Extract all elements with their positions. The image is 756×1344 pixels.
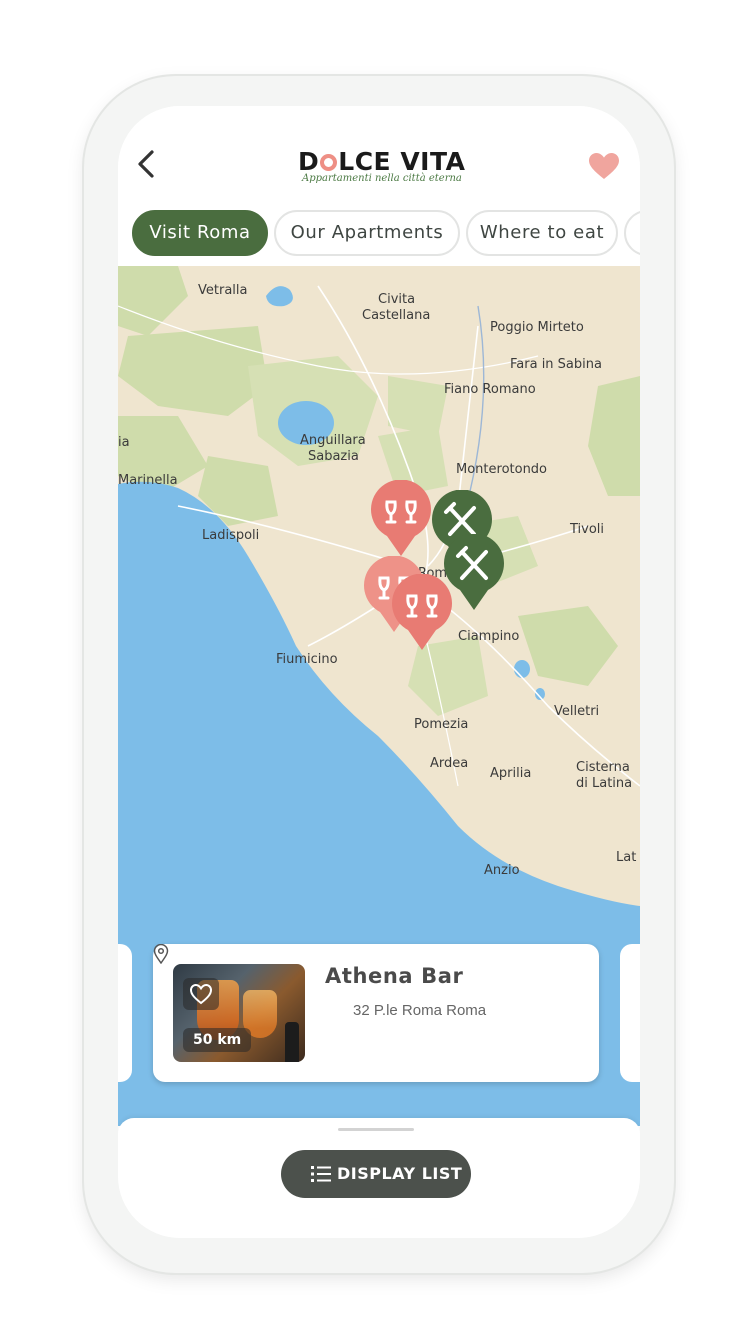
tab-visit-roma[interactable]: Visit Roma [132, 210, 268, 256]
heart-outline-icon [189, 983, 213, 1005]
place-label: ia [118, 435, 130, 450]
favorites-button[interactable] [588, 152, 620, 180]
display-list-label: DISPLAY LIST [337, 1164, 463, 1183]
back-button[interactable] [132, 146, 162, 182]
place-label: Ladispoli [202, 528, 260, 543]
place-label: Cisterna [576, 760, 630, 775]
tab-where-to-eat[interactable]: Where to eat [466, 210, 618, 256]
map-pin-bar[interactable] [390, 574, 454, 652]
place-label: Ardea [430, 756, 469, 771]
place-thumbnail: 50 km [173, 964, 305, 1062]
chevron-left-icon [138, 150, 154, 178]
sheet-handle[interactable] [338, 1128, 414, 1131]
place-card[interactable]: 50 km Athena Bar 32 P.le Roma Roma [153, 944, 599, 1082]
map-view[interactable]: Vetralla Civita Castellana Poggio Mirtet… [118, 266, 640, 1126]
place-label: Monterotondo [456, 462, 548, 477]
place-label: Castellana [362, 308, 431, 323]
place-label: Vetralla [198, 283, 248, 298]
display-list-button[interactable]: DISPLAY LIST [281, 1150, 471, 1198]
distance-badge: 50 km [183, 1028, 252, 1052]
bottom-sheet: DISPLAY LIST [118, 1118, 640, 1238]
logo-ring [320, 154, 338, 171]
logo-title: D LCE VITA [298, 147, 466, 176]
place-label: Ciampino [458, 629, 520, 644]
location-pin-icon [153, 944, 169, 964]
place-label: Aprilia [490, 766, 532, 781]
tab-our-apartments[interactable]: Our Apartments [274, 210, 460, 256]
place-label: Fiumicino [276, 652, 338, 667]
place-address: 32 P.le Roma Roma [353, 1002, 487, 1019]
logo-subtitle: Appartamenti nella città eterna [302, 173, 462, 184]
brand-logo: D LCE VITA Appartamenti nella città etern… [298, 147, 466, 192]
place-label: Fiano Romano [444, 382, 536, 397]
card-favorite-button[interactable] [183, 978, 219, 1010]
app-header: D LCE VITA Appartamenti nella città etern… [118, 106, 640, 266]
tab-more[interactable] [624, 210, 640, 256]
heart-icon [589, 153, 619, 179]
thumb-bottle [285, 1022, 299, 1062]
place-label: di Latina [576, 776, 633, 791]
place-label: Fara in Sabina [510, 357, 602, 372]
place-label: Tivoli [570, 522, 605, 537]
place-label: Civita [378, 292, 416, 307]
carousel-card-next[interactable] [620, 944, 640, 1082]
place-label: Pomezia [414, 717, 469, 732]
place-label: Lat [616, 850, 637, 865]
category-tabs: Visit Roma Our Apartments Where to eat [132, 210, 640, 258]
place-label: Marinella [118, 473, 178, 488]
app-screen: D LCE VITA Appartamenti nella città etern… [118, 106, 640, 1238]
place-label: Sabazia [308, 449, 359, 464]
map-pin-bar[interactable] [369, 480, 433, 558]
place-title: Athena Bar [325, 964, 464, 988]
place-label: Velletri [554, 704, 600, 719]
place-label: Anzio [484, 863, 520, 878]
list-icon [311, 1166, 331, 1182]
place-label: Anguillara [300, 433, 366, 448]
place-label: Poggio Mirteto [490, 320, 584, 335]
carousel-card-prev[interactable] [118, 944, 132, 1082]
